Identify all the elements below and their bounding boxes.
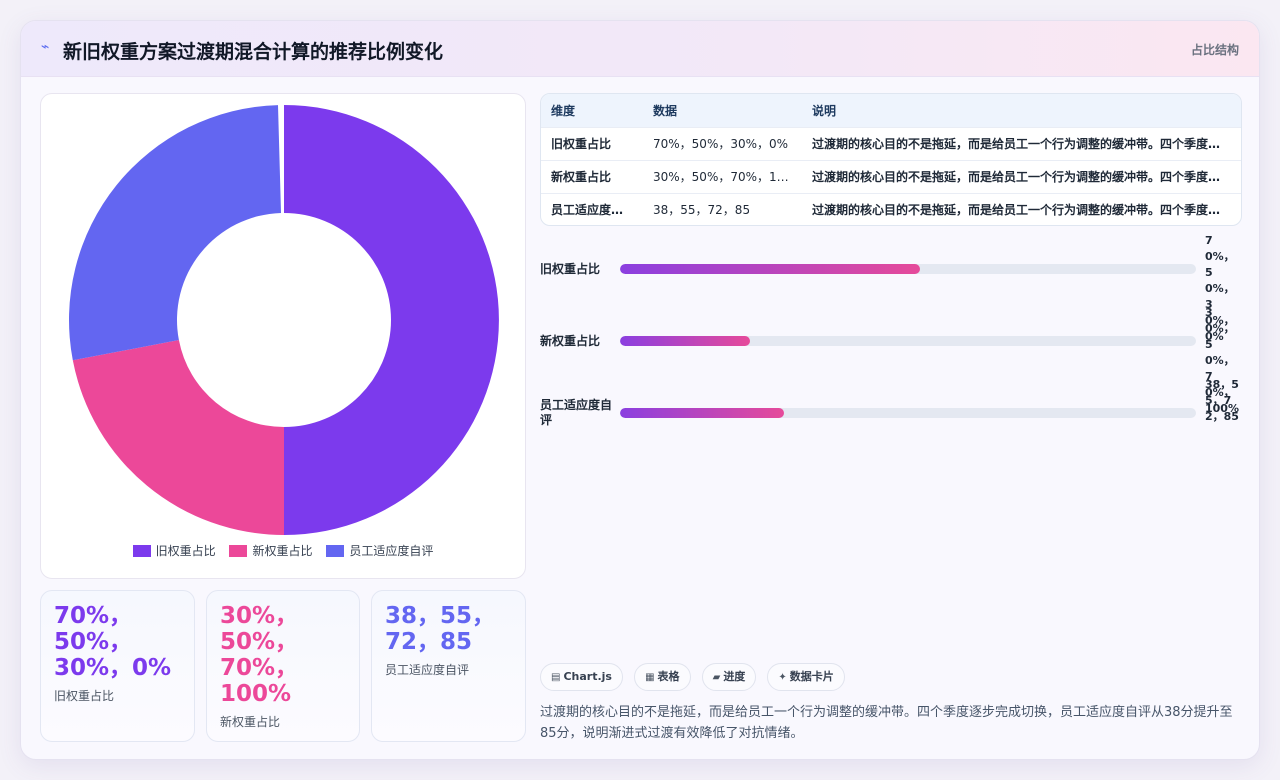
progress-fill [620,336,750,346]
table-cell: 过渡期的核心目的不是拖延，而是给员工一个行为调整的缓冲带。四个季度逐步完成切换，… [802,192,1241,225]
donut-slice-2[interactable] [72,340,284,535]
page-title: 新旧权重方案过渡期混合计算的推荐比例变化 [63,41,444,63]
chip-table[interactable]: ▦ 表格 [634,663,691,691]
donut-slice-1[interactable] [284,105,499,535]
progress-fill [620,408,785,418]
wave-icon: ⌁ [41,39,50,55]
card-header: ⌁ 新旧权重方案过渡期混合计算的推荐比例变化 占比结构 [21,21,1259,77]
chip-chartjs[interactable]: ▤ Chart.js [540,663,623,691]
progress-track [620,264,1196,274]
legend-label: 员工适应度自评 [349,544,434,558]
table-cell: 员工适应度自评 [541,192,643,225]
legend-label: 旧权重占比 [155,544,216,558]
table-header-row: 维度 数据 说明 [541,94,1241,127]
table-cell: 新权重占比 [541,159,643,193]
progress-label: 员工适应度自评 [540,398,613,427]
chart-legend: 旧权重占比 新权重占比 员工适应度自评 [41,542,525,559]
table-row: 员工适应度自评 38，55，72，85 过渡期的核心目的不是拖延，而是给员工一个… [541,192,1241,225]
legend-item[interactable]: 员工适应度自评 [326,542,433,559]
legend-swatch [326,545,345,557]
table-icon: ▦ [645,672,655,683]
progress-fill [620,264,920,274]
stat-label: 员工适应度自评 [385,663,470,677]
legend-item[interactable]: 旧权重占比 [132,542,216,559]
stat-card-old-weight: 70%，50%，30%，0% 旧权重占比 [40,590,195,742]
stat-value: 30%，50%，70%，100% [220,603,299,707]
progress-icon: ▰ [712,672,721,683]
stat-value: 38，55，72，85 [385,603,496,655]
legend-swatch [229,545,248,557]
progress-track [620,336,1196,346]
chip-label: 表格 [657,670,680,683]
stat-card-adaptation: 38，55，72，85 员工适应度自评 [371,590,526,742]
header-tag: 占比结构 [1190,43,1239,57]
table-cell: 过渡期的核心目的不是拖延，而是给员工一个行为调整的缓冲带。四个季度逐步完成切换，… [802,126,1241,160]
legend-swatch [132,545,151,557]
feature-chips: ▤ Chart.js ▦ 表格 ▰ 进度 ✦ 数据卡片 [540,663,851,691]
table-cell: 过渡期的核心目的不是拖延，而是给员工一个行为调整的缓冲带。四个季度逐步完成切换，… [802,159,1241,193]
chip-progress[interactable]: ▰ 进度 [701,663,757,691]
column-header: 数据 [643,94,802,127]
progress-label: 旧权重占比 [540,262,601,276]
chart-icon: ▤ [551,672,561,683]
table-cell: 70%，50%，30%，0% [643,126,802,160]
progress-row-old-weight: 旧权重占比 70%，50%，30%，0% [540,234,1242,343]
table-cell: 30%，50%，70%，100% [643,159,802,193]
column-header: 说明 [802,94,1241,127]
stat-card-new-weight: 30%，50%，70%，100% 新权重占比 [206,590,360,742]
table-row: 旧权重占比 70%，50%，30%，0% 过渡期的核心目的不是拖延，而是给员工一… [541,126,1241,160]
donut-slice-3[interactable] [69,105,282,361]
chip-label: Chart.js [563,670,612,683]
legend-item[interactable]: 新权重占比 [229,542,313,559]
progress-value: 38，55，72，85 [1205,378,1239,423]
legend-label: 新权重占比 [252,544,313,558]
table-cell: 38，55，72，85 [643,192,802,225]
chip-data-card[interactable]: ✦ 数据卡片 [767,663,845,691]
progress-track [620,408,1196,418]
stat-label: 新权重占比 [220,715,281,729]
progress-row-new-weight: 新权重占比 30%，50%，70%，100% [540,306,1242,415]
donut-chart [69,105,499,535]
stat-label: 旧权重占比 [54,689,115,703]
progress-row-adaptation: 员工适应度自评 38，55，72，85 [540,378,1242,449]
summary-text: 过渡期的核心目的不是拖延，而是给员工一个行为调整的缓冲带。四个季度逐步完成切换，… [540,705,1233,741]
card-icon: ✦ [778,672,787,683]
table-cell: 旧权重占比 [541,126,643,160]
chip-label: 进度 [723,670,746,683]
table-row: 新权重占比 30%，50%，70%，100% 过渡期的核心目的不是拖延，而是给员… [541,159,1241,193]
chart-card: ⌁ 新旧权重方案过渡期混合计算的推荐比例变化 占比结构 旧权重占比 新权重占比 … [20,20,1260,760]
chip-label: 数据卡片 [789,670,834,683]
donut-chart-panel: 旧权重占比 新权重占比 员工适应度自评 [40,93,526,579]
data-table: 维度 数据 说明 旧权重占比 70%，50%，30%，0% 过渡期的核心目的不是… [540,93,1242,226]
stat-value: 70%，50%，30%，0% [54,603,172,681]
column-header: 维度 [541,94,643,127]
progress-label: 新权重占比 [540,334,601,348]
